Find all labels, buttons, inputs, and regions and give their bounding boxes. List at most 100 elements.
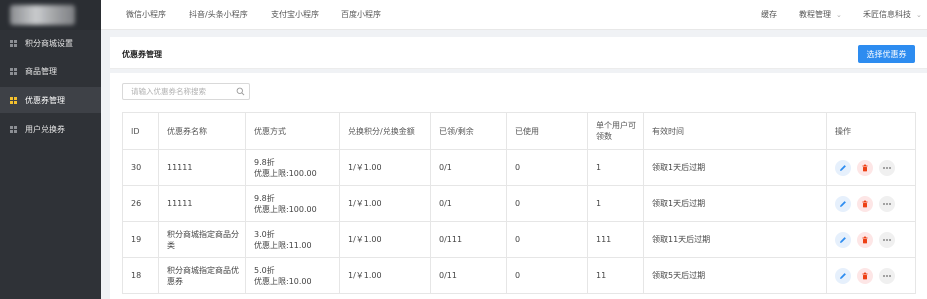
- cell-claimed: 0/111: [430, 221, 507, 258]
- cell-discount: 5.0折 优惠上限:10.00: [245, 257, 340, 294]
- tab-wechat-miniprogram[interactable]: 微信小程序: [126, 9, 166, 20]
- panel-header: 优惠券管理 选择优惠券: [110, 37, 927, 69]
- cell-used: 0: [506, 257, 588, 294]
- search-box: [122, 83, 250, 100]
- table-header-row: ID 优惠券名称 优惠方式 兑换积分/兑换金额 已领/剩余 已使用 单个用户可领…: [122, 112, 916, 150]
- top-bar: 微信小程序 抖音/头条小程序 支付宝小程序 百度小程序 缓存 教程管理 ⌄ 禾匠信…: [101, 0, 927, 30]
- table-row: 19 积分商城指定商品分类 3.0折 优惠上限:11.00 1/￥1.00 0/1…: [122, 221, 916, 258]
- cell-exchange: 1/￥1.00: [339, 185, 431, 222]
- cell-exchange: 1/￥1.00: [339, 149, 431, 186]
- cell-actions: [826, 257, 916, 294]
- sidebar-item-coupons[interactable]: 优惠券管理: [0, 87, 101, 113]
- cell-validity: 领取11天后过期: [643, 221, 827, 258]
- column-header-discount: 优惠方式: [245, 112, 340, 150]
- table-row: 18 积分商城指定商品优惠券 5.0折 优惠上限:10.00 1/￥1.00 0/…: [122, 257, 916, 294]
- sidebar-item-label: 用户兑换券: [25, 124, 65, 134]
- pencil-icon: [840, 200, 846, 207]
- company-label: 禾匠信息科技: [863, 10, 911, 19]
- sidebar-item-label: 商品管理: [25, 66, 57, 76]
- edit-button[interactable]: [835, 195, 851, 212]
- cell-actions: [826, 185, 916, 222]
- cell-id: 18: [122, 257, 159, 294]
- discount-cap: 优惠上限:100.00: [254, 204, 317, 214]
- grid-icon: [10, 125, 17, 133]
- edit-button[interactable]: [835, 159, 851, 176]
- discount-rate: 9.8折: [254, 193, 275, 203]
- cell-id: 26: [122, 185, 159, 222]
- column-header-actions: 操作: [826, 112, 916, 150]
- column-header-name: 优惠券名称: [158, 112, 246, 150]
- column-header-exchange: 兑换积分/兑换金额: [339, 112, 431, 150]
- coupon-panel: 优惠券管理 选择优惠券 ID 优惠券名称 优惠方式 兑换积分/兑换金额 已领/剩…: [110, 37, 927, 299]
- pencil-icon: [840, 164, 846, 171]
- trash-icon: [862, 236, 868, 243]
- more-icon: [883, 166, 891, 169]
- more-icon: [883, 238, 891, 241]
- trash-icon: [862, 272, 868, 279]
- tutorial-dropdown[interactable]: 教程管理 ⌄: [799, 9, 842, 20]
- cell-used: 0: [506, 149, 588, 186]
- cache-link[interactable]: 缓存: [761, 9, 777, 20]
- cell-exchange: 1/￥1.00: [339, 221, 431, 258]
- trash-icon: [862, 164, 868, 171]
- sidebar-item-points-mall-settings[interactable]: 积分商城设置: [0, 30, 101, 56]
- page-title: 优惠券管理: [122, 50, 162, 59]
- delete-button[interactable]: [857, 195, 873, 212]
- logo: [0, 0, 101, 30]
- cell-claimed: 0/1: [430, 149, 507, 186]
- cell-name: 11111: [158, 185, 246, 222]
- column-header-id: ID: [122, 112, 159, 150]
- chevron-down-icon: ⌄: [916, 11, 922, 19]
- more-icon: [883, 274, 891, 277]
- tutorial-label: 教程管理: [799, 10, 831, 19]
- cell-discount: 3.0折 优惠上限:11.00: [245, 221, 340, 258]
- column-header-used: 已使用: [506, 112, 588, 150]
- sidebar: 积分商城设置 商品管理 优惠券管理 用户兑换券: [0, 0, 101, 299]
- grid-icon: [10, 96, 17, 104]
- column-header-per-user: 单个用户可领数: [587, 112, 644, 150]
- tab-alipay-miniprogram[interactable]: 支付宝小程序: [271, 9, 319, 20]
- cell-actions: [826, 149, 916, 186]
- delete-button[interactable]: [857, 159, 873, 176]
- cell-claimed: 0/1: [430, 185, 507, 222]
- cell-per-user: 11: [587, 257, 644, 294]
- trash-icon: [862, 200, 868, 207]
- cell-per-user: 1: [587, 185, 644, 222]
- cell-name: 11111: [158, 149, 246, 186]
- discount-rate: 3.0折: [254, 229, 275, 239]
- grid-icon: [10, 67, 17, 75]
- company-dropdown[interactable]: 禾匠信息科技 ⌄: [863, 9, 922, 20]
- pencil-icon: [840, 236, 846, 243]
- select-coupon-button[interactable]: 选择优惠券: [858, 45, 915, 63]
- more-icon: [883, 202, 891, 205]
- cell-per-user: 1: [587, 149, 644, 186]
- tab-baidu-miniprogram[interactable]: 百度小程序: [341, 9, 381, 20]
- discount-rate: 5.0折: [254, 265, 275, 275]
- more-button[interactable]: [879, 267, 895, 284]
- more-button[interactable]: [879, 231, 895, 248]
- cell-validity: 领取5天后过期: [643, 257, 827, 294]
- cell-used: 0: [506, 185, 588, 222]
- discount-cap: 优惠上限:10.00: [254, 276, 312, 286]
- cell-discount: 9.8折 优惠上限:100.00: [245, 185, 340, 222]
- search-icon[interactable]: [236, 87, 245, 96]
- cell-validity: 领取1天后过期: [643, 185, 827, 222]
- cell-used: 0: [506, 221, 588, 258]
- more-button[interactable]: [879, 159, 895, 176]
- edit-button[interactable]: [835, 267, 851, 284]
- delete-button[interactable]: [857, 267, 873, 284]
- sidebar-item-user-vouchers[interactable]: 用户兑换券: [0, 116, 101, 142]
- divider: [110, 69, 927, 73]
- column-header-claimed: 已领/剩余: [430, 112, 507, 150]
- cell-discount: 9.8折 优惠上限:100.00: [245, 149, 340, 186]
- tab-douyin-miniprogram[interactable]: 抖音/头条小程序: [189, 9, 248, 20]
- cell-exchange: 1/￥1.00: [339, 257, 431, 294]
- sidebar-item-label: 优惠券管理: [25, 95, 65, 105]
- sidebar-item-products[interactable]: 商品管理: [0, 58, 101, 84]
- delete-button[interactable]: [857, 231, 873, 248]
- search-input[interactable]: [123, 84, 235, 99]
- grid-icon: [10, 39, 17, 47]
- cell-name: 积分商城指定商品分类: [158, 221, 246, 258]
- more-button[interactable]: [879, 195, 895, 212]
- edit-button[interactable]: [835, 231, 851, 248]
